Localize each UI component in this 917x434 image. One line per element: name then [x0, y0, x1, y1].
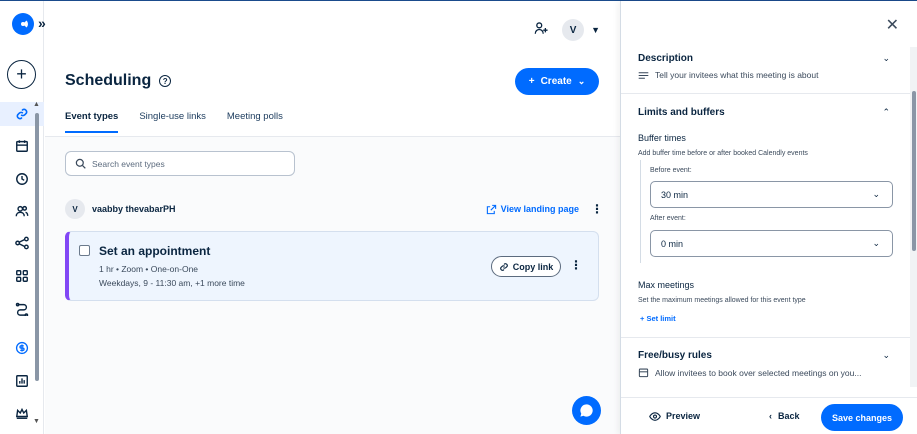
event-title: Set an appointment: [99, 244, 211, 258]
chevron-up-icon[interactable]: ⌃: [882, 107, 890, 118]
freebusy-title: Free/busy rules: [638, 350, 712, 361]
freebusy-hint: Allow invitees to book over selected mee…: [638, 367, 861, 378]
freebusy-hint-text: Allow invitees to book over selected mee…: [655, 367, 862, 378]
panel-scrollbar[interactable]: [910, 47, 917, 387]
view-landing-page-label: View landing page: [500, 204, 579, 214]
before-event-value: 30 min: [661, 189, 689, 200]
user-name: vaabby thevabarPH: [92, 204, 176, 214]
view-landing-page-link[interactable]: View landing page: [486, 204, 579, 215]
external-link-icon: [486, 204, 496, 214]
preview-label: Preview: [666, 411, 701, 421]
copy-link-button[interactable]: Copy link: [491, 256, 561, 277]
before-event-select[interactable]: 30 min ⌄: [650, 181, 893, 208]
limits-title: Limits and buffers: [638, 107, 725, 118]
chevron-down-icon[interactable]: ⌄: [882, 350, 890, 361]
chevron-down-icon: ⌄: [872, 238, 880, 248]
rail-scroll-up-icon[interactable]: ▲: [33, 101, 40, 108]
event-type-card[interactable]: Set an appointment 1 hr • Zoom • One-on-…: [65, 231, 599, 301]
tab-meeting-polls[interactable]: Meeting polls: [227, 111, 283, 133]
close-icon[interactable]: ✕: [886, 15, 899, 35]
event-schedule: Weekdays, 9 - 11:30 am, +1 more time: [99, 278, 245, 288]
create-plus-button[interactable]: +: [7, 60, 36, 89]
rail-scrollbar[interactable]: [35, 113, 39, 381]
after-event-label: After event:: [650, 215, 686, 222]
chevron-down-icon[interactable]: ⌄: [882, 53, 890, 64]
search-input[interactable]: [92, 158, 282, 169]
plus-icon: +: [528, 76, 535, 87]
eye-icon: [649, 411, 661, 421]
back-label: Back: [778, 411, 800, 421]
after-event-select[interactable]: 0 min ⌄: [650, 230, 893, 257]
calendly-logo-icon[interactable]: [12, 13, 34, 35]
help-icon[interactable]: ?: [159, 75, 172, 87]
buffer-hint: Add buffer time before or after booked C…: [638, 150, 808, 157]
set-limit-link[interactable]: + Set limit: [640, 314, 676, 323]
add-user-icon[interactable]: [534, 21, 548, 40]
tab-single-use-links[interactable]: Single-use links: [139, 111, 206, 133]
user-avatar: V: [65, 199, 85, 219]
header-actions: V ▼: [534, 19, 600, 41]
tab-event-types[interactable]: Event types: [65, 111, 119, 133]
link-icon: [499, 262, 508, 271]
event-checkbox[interactable]: [79, 245, 90, 256]
chat-button[interactable]: [572, 396, 601, 425]
before-event-label: Before event:: [650, 167, 692, 174]
app-window: » + ▲ ▼ V ▼ Scheduling ? + Create ⌄ Even…: [0, 0, 917, 434]
max-meetings-hint: Set the maximum meetings allowed for thi…: [638, 297, 806, 304]
create-label: Create: [540, 76, 572, 87]
chevron-down-icon: ⌄: [872, 189, 880, 199]
page-title-text: Scheduling: [65, 72, 152, 89]
caret-down-icon: ▼: [591, 25, 600, 35]
event-meta: 1 hr • Zoom • One-on-One: [99, 264, 199, 274]
max-meetings-title: Max meetings: [638, 280, 695, 290]
copy-link-label: Copy link: [512, 261, 554, 272]
description-section[interactable]: Description ⌄ Tell your invitees what th…: [621, 45, 910, 94]
chevron-left-icon: ‹: [769, 411, 772, 421]
text-lines-icon: [638, 71, 649, 79]
freebusy-section[interactable]: Free/busy rules ⌄ Allow invitees to book…: [621, 338, 910, 388]
tabs: Event types Single-use links Meeting pol…: [65, 111, 283, 133]
search-box[interactable]: [65, 151, 295, 176]
set-limit-label: Set limit: [646, 314, 676, 323]
chevron-down-icon: ⌄: [577, 76, 586, 86]
back-button[interactable]: ‹ Back: [769, 411, 800, 421]
search-icon: [75, 158, 86, 169]
page-title: Scheduling ?: [65, 72, 172, 90]
preview-button[interactable]: Preview: [649, 411, 700, 421]
user-row: V vaabby thevabarPH View landing page ⋮: [65, 199, 603, 219]
buffer-times-title: Buffer times: [638, 133, 686, 143]
rail-scroll-down-icon[interactable]: ▼: [33, 418, 40, 425]
panel-footer: Preview ‹ Back Save changes: [621, 397, 917, 434]
after-event-value: 0 min: [661, 238, 684, 249]
description-hint: Tell your invitees what this meeting is …: [638, 70, 818, 80]
event-settings-panel: ✕ Description ⌄ Tell your invitees what …: [620, 1, 917, 434]
left-rail: » + ▲ ▼: [0, 1, 46, 434]
account-menu[interactable]: V ▼: [562, 19, 600, 41]
calendar-icon: [638, 368, 649, 378]
event-more-icon[interactable]: ⋮: [570, 258, 582, 272]
user-more-icon[interactable]: ⋮: [591, 202, 603, 216]
description-title: Description: [638, 53, 694, 64]
main-content: V ▼ Scheduling ? + Create ⌄ Event types …: [45, 1, 620, 434]
chat-icon: [580, 404, 593, 417]
description-hint-text: Tell your invitees what this meeting is …: [655, 70, 819, 80]
panel-scroll-thumb[interactable]: [912, 91, 916, 251]
save-changes-button[interactable]: Save changes: [821, 404, 903, 431]
avatar: V: [562, 19, 585, 41]
create-button[interactable]: + Create ⌄: [515, 68, 599, 95]
